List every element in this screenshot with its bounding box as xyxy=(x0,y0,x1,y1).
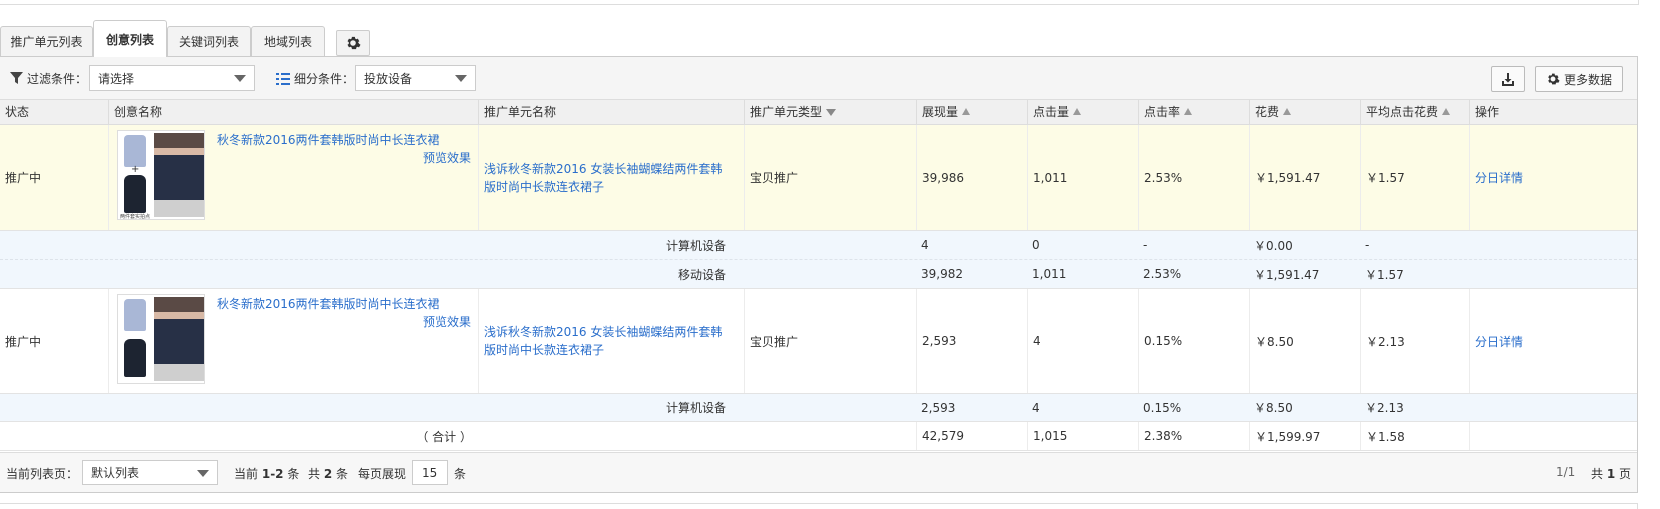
table-row: 推广中 + 两件套实拍点 秋冬新款2016两件套韩版时尚中长连衣裙 预览效果 浅… xyxy=(0,125,1637,231)
ctr-cell: 0.15% xyxy=(1138,289,1249,393)
filter-label: 过滤条件： xyxy=(10,70,87,87)
creative-list-panel: 过滤条件： 请选择 细分条件： 投放设备 更多数据 状态 创意名称 推广单元名称… xyxy=(0,56,1638,493)
device-name: 计算机设备 xyxy=(665,238,726,253)
ctr-cell: 2.53% xyxy=(1138,125,1249,230)
dress-image xyxy=(124,339,146,377)
sort-down-icon xyxy=(826,109,837,116)
col-unit-name: 推广单元名称 xyxy=(478,100,744,124)
unit-name-link[interactable]: 浅诉秋冬新款2016 女装长袖蝴蝶结两件套韩版时尚中长款连衣裙子 xyxy=(484,323,734,359)
total-row: （ 合计 ） 42,579 1,015 2.38% ￥1,599.97 ￥1.5… xyxy=(0,422,1637,451)
sort-up-icon xyxy=(1442,108,1451,115)
clicks-cell: 4 xyxy=(1027,289,1138,393)
col-status: 状态 xyxy=(5,105,30,119)
thumb-caption: 两件套实拍点 xyxy=(120,214,151,220)
table-header: 状态 创意名称 推广单元名称 推广单元类型 展现量 点击量 点击率 花费 平均点… xyxy=(0,100,1637,125)
download-icon xyxy=(1502,73,1514,86)
sort-up-icon xyxy=(1073,108,1082,115)
tab-keyword-list[interactable]: 关键词列表 xyxy=(167,26,251,56)
col-unit-type[interactable]: 推广单元类型 xyxy=(744,100,916,124)
sort-up-icon xyxy=(1184,108,1193,115)
device-name: 计算机设备 xyxy=(665,401,726,415)
unit-name-link[interactable]: 浅诉秋冬新款2016 女装长袖蝴蝶结两件套韩版时尚中长款连衣裙子 xyxy=(484,160,734,196)
action-cell: 分日详情 xyxy=(1469,289,1638,393)
unit-type-cell: 宝贝推广 xyxy=(744,289,916,393)
cpc-cell: ￥1.57 xyxy=(1360,125,1469,230)
unit-name-cell: 浅诉秋冬新款2016 女装长袖蝴蝶结两件套韩版时尚中长款连衣裙子 xyxy=(478,289,744,393)
pagination-bar: 当前列表页： 默认列表 当前 1-2 条 共 2 条 每页展现 15 条 1/1… xyxy=(0,452,1637,492)
table-row: 推广中 秋冬新款2016两件套韩版时尚中长连衣裙 预览效果 浅诉秋冬新款2016… xyxy=(0,289,1637,394)
bottom-frame xyxy=(0,503,1638,509)
device-row: 计算机设备 4 0 - ￥0.00 - xyxy=(0,231,1637,260)
col-ctr[interactable]: 点击率 xyxy=(1138,100,1249,124)
shirt-image xyxy=(124,135,146,167)
tab-bar: 推广单元列表 创意列表 关键词列表 地域列表 xyxy=(0,20,1638,57)
list-view-select[interactable]: 默认列表 xyxy=(82,460,218,485)
total-count-info: 共 2 条 xyxy=(308,467,349,481)
tab-settings-button[interactable] xyxy=(336,30,370,56)
unit-type-cell: 宝贝推广 xyxy=(744,125,916,230)
device-name: 移动设备 xyxy=(677,267,726,282)
daily-detail-link[interactable]: 分日详情 xyxy=(1475,169,1523,186)
chevron-down-icon xyxy=(234,75,246,82)
funnel-icon xyxy=(10,72,23,84)
cost-cell: ￥8.50 xyxy=(1249,289,1360,393)
cost-cell: ￥1,591.47 xyxy=(1249,125,1360,230)
per-page-unit: 条 xyxy=(454,467,467,481)
model-image xyxy=(154,133,204,217)
chevron-down-icon xyxy=(197,470,209,477)
device-row: 计算机设备 2,593 4 0.15% ￥8.50 ￥2.13 xyxy=(0,394,1637,422)
device-row: 移动设备 39,982 1,011 2.53% ￥1,591.47 ￥1.57 xyxy=(0,260,1637,289)
cpc-cell: ￥2.13 xyxy=(1360,289,1469,393)
per-page-label: 每页展现 xyxy=(358,467,407,481)
tab-creative-list[interactable]: 创意列表 xyxy=(93,20,167,57)
download-button[interactable] xyxy=(1491,66,1525,92)
impressions-cell: 2,593 xyxy=(916,289,1027,393)
preview-link[interactable]: 预览效果 xyxy=(423,149,471,166)
model-image xyxy=(154,297,204,381)
gear-icon xyxy=(1548,73,1560,85)
creative-cell: + 两件套实拍点 秋冬新款2016两件套韩版时尚中长连衣裙 预览效果 xyxy=(108,125,478,230)
shirt-image xyxy=(124,299,146,331)
status-cell: 推广中 xyxy=(5,334,42,349)
gear-icon xyxy=(347,36,361,50)
segment-label: 细分条件： xyxy=(276,70,354,87)
unit-name-cell: 浅诉秋冬新款2016 女装长袖蝴蝶结两件套韩版时尚中长款连衣裙子 xyxy=(478,125,744,230)
tab-region-list[interactable]: 地域列表 xyxy=(251,26,325,56)
col-action: 操作 xyxy=(1469,100,1638,124)
dress-image xyxy=(124,175,146,213)
page-position: 1/1 xyxy=(1556,465,1576,479)
per-page-input[interactable]: 15 xyxy=(412,460,448,485)
col-cpc[interactable]: 平均点击花费 xyxy=(1360,100,1469,124)
creative-thumbnail[interactable]: + 两件套实拍点 xyxy=(117,130,205,220)
clicks-cell: 1,011 xyxy=(1027,125,1138,230)
sort-up-icon xyxy=(1283,108,1292,115)
creative-thumbnail[interactable] xyxy=(117,294,205,384)
col-creative-name: 创意名称 xyxy=(108,100,478,124)
preview-link[interactable]: 预览效果 xyxy=(423,313,471,330)
segment-select[interactable]: 投放设备 xyxy=(355,65,476,91)
daily-detail-link[interactable]: 分日详情 xyxy=(1475,333,1523,350)
status-cell: 推广中 xyxy=(5,171,42,185)
chevron-down-icon xyxy=(455,75,467,82)
sort-up-icon xyxy=(962,108,971,115)
top-frame xyxy=(0,0,1639,5)
current-list-label: 当前列表页： xyxy=(6,467,79,481)
page-count-info: 共 1 页 xyxy=(1591,467,1632,481)
col-cost[interactable]: 花费 xyxy=(1249,100,1360,124)
creative-cell: 秋冬新款2016两件套韩版时尚中长连衣裙 预览效果 xyxy=(108,289,478,393)
range-info: 当前 1-2 条 xyxy=(234,467,300,481)
total-label: （ 合计 ） xyxy=(416,429,472,444)
col-clicks[interactable]: 点击量 xyxy=(1027,100,1138,124)
list-icon xyxy=(276,72,290,85)
col-impressions[interactable]: 展现量 xyxy=(916,100,1027,124)
filter-toolbar: 过滤条件： 请选择 细分条件： 投放设备 更多数据 xyxy=(0,57,1637,100)
creative-name-link[interactable]: 秋冬新款2016两件套韩版时尚中长连衣裙 xyxy=(217,131,440,148)
filter-select[interactable]: 请选择 xyxy=(89,65,255,91)
action-cell: 分日详情 xyxy=(1469,125,1638,230)
more-data-button[interactable]: 更多数据 xyxy=(1535,66,1623,92)
creative-name-link[interactable]: 秋冬新款2016两件套韩版时尚中长连衣裙 xyxy=(217,295,440,312)
impressions-cell: 39,986 xyxy=(916,125,1027,230)
tab-unit-list[interactable]: 推广单元列表 xyxy=(0,26,93,56)
